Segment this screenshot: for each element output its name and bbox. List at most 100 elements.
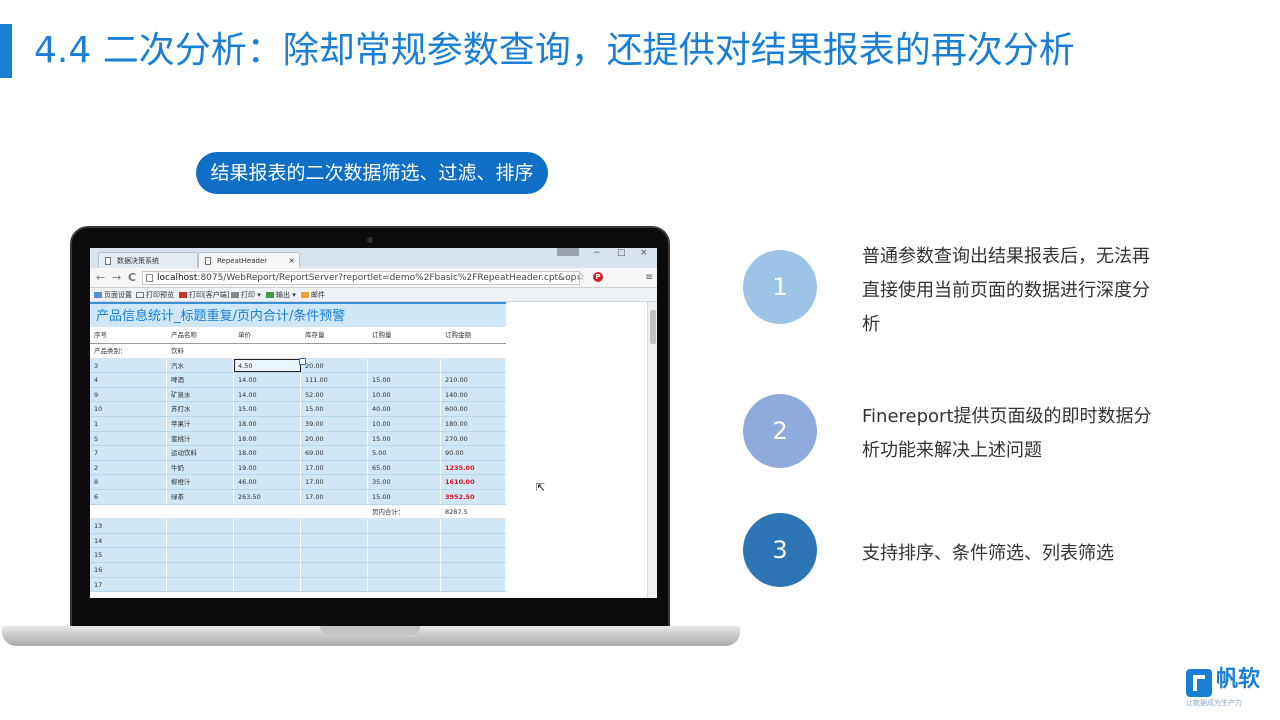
column-header[interactable]: 单价 (234, 327, 301, 343)
table-cell[interactable]: 111.00 (301, 373, 368, 387)
table-cell[interactable] (441, 358, 506, 373)
table-cell[interactable]: 14.00 (234, 373, 301, 387)
table-cell[interactable]: 15.00 (368, 489, 441, 504)
table-cell[interactable]: 5.00 (368, 446, 441, 460)
table-cell[interactable]: 17.00 (301, 475, 368, 489)
table-cell[interactable]: 3952.50 (441, 489, 506, 504)
table-cell[interactable]: 苹果汁 (167, 416, 234, 431)
table-cell[interactable]: 17 (90, 577, 167, 592)
table-cell[interactable]: 牛奶 (167, 460, 234, 475)
forward-arrow-icon[interactable]: → (112, 271, 121, 284)
report-scrollbar[interactable] (647, 302, 657, 598)
table-cell[interactable]: 10.00 (368, 387, 441, 402)
table-cell[interactable] (368, 577, 441, 592)
table-cell[interactable] (368, 533, 441, 548)
table-cell[interactable]: 汽水 (167, 358, 234, 373)
table-cell[interactable] (301, 548, 368, 562)
table-cell[interactable]: 2 (90, 460, 167, 475)
table-cell[interactable]: 矿泉水 (167, 387, 234, 402)
table-cell[interactable]: 20.00 (301, 358, 368, 373)
print-preview-button[interactable]: 打印预览 (136, 288, 174, 302)
table-cell[interactable]: 18.00 (234, 431, 301, 446)
close-window-icon[interactable]: × (640, 248, 648, 258)
minimize-icon[interactable]: − (593, 248, 601, 258)
table-cell[interactable]: 15.00 (301, 402, 368, 416)
table-cell[interactable]: 运动饮料 (167, 446, 234, 460)
table-cell[interactable] (441, 533, 506, 548)
table-cell[interactable]: 270.00 (441, 431, 506, 446)
table-cell[interactable]: 52.00 (301, 387, 368, 402)
table-cell[interactable] (441, 577, 506, 592)
table-cell[interactable]: 17.00 (301, 460, 368, 475)
table-cell[interactable]: 5 (90, 431, 167, 446)
table-cell[interactable]: 600.00 (441, 402, 506, 416)
column-header[interactable]: 产品名称 (167, 327, 234, 343)
table-cell[interactable] (167, 562, 234, 577)
table-cell[interactable]: 10.00 (368, 416, 441, 431)
table-cell[interactable] (167, 533, 234, 548)
table-cell[interactable]: 65.00 (368, 460, 441, 475)
table-cell[interactable] (301, 562, 368, 577)
table-cell[interactable]: 1610.00 (441, 475, 506, 489)
column-header[interactable]: 库存量 (301, 327, 368, 343)
table-cell[interactable] (368, 519, 441, 533)
table-cell[interactable]: 13 (90, 519, 167, 533)
reload-icon[interactable]: C (128, 271, 136, 284)
maximize-icon[interactable]: □ (617, 248, 626, 258)
back-arrow-icon[interactable]: ← (96, 271, 105, 284)
table-cell[interactable] (167, 577, 234, 592)
table-cell[interactable]: 18.00 (234, 446, 301, 460)
table-cell[interactable]: 263.50 (234, 489, 301, 504)
table-cell[interactable]: 35.00 (368, 475, 441, 489)
table-cell[interactable]: 1 (90, 416, 167, 431)
table-cell[interactable] (368, 358, 441, 373)
browser-menu-icon[interactable]: ≡ (645, 272, 653, 283)
table-cell[interactable]: 4 (90, 373, 167, 387)
table-cell[interactable]: 1235.00 (441, 460, 506, 475)
table-cell[interactable] (234, 548, 301, 562)
table-cell[interactable] (301, 519, 368, 533)
browser-tab-repeatheader[interactable]: RepeatHeader × (198, 252, 300, 268)
table-cell[interactable]: 9 (90, 387, 167, 402)
table-cell[interactable] (441, 548, 506, 562)
table-cell[interactable]: 6 (90, 489, 167, 504)
table-cell[interactable]: 啤酒 (167, 373, 234, 387)
tab-close-icon[interactable]: × (288, 253, 295, 269)
table-cell[interactable] (301, 533, 368, 548)
table-cell[interactable] (167, 519, 234, 533)
table-cell[interactable]: 17.00 (301, 489, 368, 504)
page-setup-button[interactable]: 页面设置 (94, 288, 132, 302)
table-cell[interactable]: 绿茶 (167, 489, 234, 504)
print-button[interactable]: 打印 ▾ (231, 288, 261, 302)
table-cell[interactable]: 20.00 (301, 431, 368, 446)
table-cell[interactable]: 140.00 (441, 387, 506, 402)
bookmark-star-icon[interactable]: ☆ (576, 272, 585, 283)
table-cell[interactable]: 10 (90, 402, 167, 416)
table-cell[interactable]: 16 (90, 562, 167, 577)
table-cell[interactable]: 18.00 (234, 416, 301, 431)
table-cell[interactable]: 8 (90, 475, 167, 489)
client-print-button[interactable]: 打印[客户端] (179, 288, 229, 302)
browser-tab-decision-system[interactable]: 数据决策系统 (98, 252, 198, 268)
table-cell[interactable] (234, 577, 301, 592)
table-cell[interactable] (167, 548, 234, 562)
table-cell[interactable]: 210.00 (441, 373, 506, 387)
table-cell[interactable]: 15.00 (368, 373, 441, 387)
cell-edit-icon[interactable] (299, 357, 306, 365)
table-cell[interactable]: 15.00 (234, 402, 301, 416)
table-cell[interactable]: 蜜桃汁 (167, 431, 234, 446)
table-cell[interactable]: 39.00 (301, 416, 368, 431)
table-cell[interactable] (441, 519, 506, 533)
table-cell[interactable]: 15 (90, 548, 167, 562)
table-cell[interactable]: 90.00 (441, 446, 506, 460)
table-cell[interactable]: 40.00 (368, 402, 441, 416)
scrollbar-thumb[interactable] (650, 310, 656, 344)
table-cell[interactable]: 180.00 (441, 416, 506, 431)
column-header[interactable]: 序号 (90, 327, 167, 343)
column-header[interactable]: 订购量 (368, 327, 441, 343)
export-button[interactable]: 输出 ▾ (266, 288, 296, 302)
table-cell[interactable]: 7 (90, 446, 167, 460)
table-cell[interactable]: 69.00 (301, 446, 368, 460)
table-cell[interactable]: 46.00 (234, 475, 301, 489)
table-cell[interactable] (234, 533, 301, 548)
